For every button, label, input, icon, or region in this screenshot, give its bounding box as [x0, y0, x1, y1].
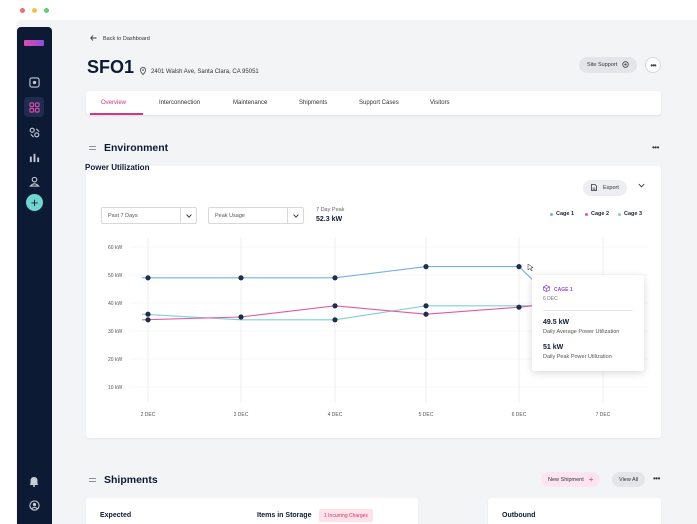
incurring-charges-badge: 1 Incurring Charges — [319, 509, 373, 522]
y-tick-label: 10 kW — [108, 385, 122, 391]
x-tick-label: 5 DEC — [419, 412, 434, 418]
shipments-outbound-card — [488, 498, 661, 524]
tooltip-header: CAGE 1 — [543, 285, 573, 294]
drag-handle-icon[interactable] — [89, 478, 96, 482]
new-shipment-button[interactable]: New Shipment + — [541, 472, 601, 487]
tooltip-avg-label: Daily Average Power Utilization — [543, 329, 620, 335]
items-in-storage-label: Items in Storage — [257, 512, 312, 519]
tooltip-peak-label: Daily Peak Power Utilization — [543, 354, 612, 360]
shipments-section-title: Shipments — [89, 474, 158, 486]
tooltip-date: 6 DEC — [543, 296, 558, 302]
data-point — [332, 317, 338, 323]
view-all-label: View All — [619, 476, 639, 483]
view-all-button[interactable]: View All — [612, 472, 646, 487]
shipments-title-text: Shipments — [104, 474, 158, 486]
y-tick-label: 20 kW — [108, 357, 122, 363]
data-point — [423, 303, 429, 309]
data-point — [332, 303, 338, 309]
data-point — [423, 311, 429, 317]
tooltip-divider — [543, 310, 633, 311]
x-tick-label: 3 DEC — [234, 412, 249, 418]
data-point — [238, 314, 244, 320]
x-tick-label: 6 DEC — [512, 412, 527, 418]
tooltip-peak-value: 51 kW — [543, 344, 564, 351]
data-point — [423, 264, 429, 270]
y-tick-label: 40 kW — [108, 301, 122, 307]
y-tick-label: 30 kW — [108, 329, 122, 335]
y-tick-label: 60 kW — [108, 245, 122, 251]
tooltip-avg-value: 49.5 kW — [543, 319, 570, 326]
cube-icon — [543, 285, 550, 294]
plus-icon: + — [588, 475, 594, 484]
series-line-cage-2 — [141, 305, 533, 321]
expected-label: Expected — [100, 512, 132, 519]
x-tick-label: 4 DEC — [328, 412, 343, 418]
data-point — [516, 304, 522, 310]
data-point — [238, 275, 244, 281]
data-point — [145, 317, 151, 323]
data-point — [145, 275, 151, 281]
tooltip-cage: CAGE 1 — [554, 286, 573, 293]
y-tick-label: 50 kW — [108, 273, 122, 279]
shipments-more-button[interactable]: ••• — [653, 474, 660, 483]
mouse-cursor-icon — [527, 263, 534, 272]
outbound-label: Outbound — [502, 512, 536, 519]
data-point — [145, 311, 151, 317]
data-point — [516, 264, 522, 270]
new-shipment-label: New Shipment — [548, 476, 584, 483]
data-point — [332, 275, 338, 281]
x-tick-label: 2 DEC — [141, 412, 156, 418]
chart-tooltip: CAGE 1 6 DEC 49.5 kW Daily Average Power… — [532, 275, 644, 371]
power-utilization-chart: 60 kW 50 kW 40 kW 30 kW 20 kW 10 kW 2 DEC 3 DEC… — [108, 237, 648, 418]
x-tick-label: 7 DEC — [596, 412, 611, 418]
